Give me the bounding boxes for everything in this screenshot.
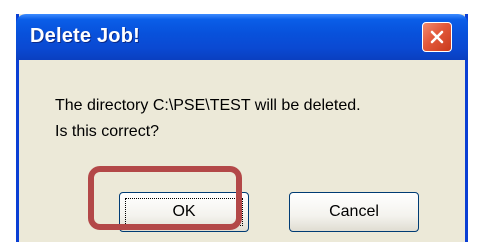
dialog-title: Delete Job! bbox=[30, 25, 141, 47]
message-line-2: Is this correct? bbox=[55, 123, 160, 140]
close-icon bbox=[430, 30, 444, 44]
cancel-button[interactable]: Cancel bbox=[289, 192, 419, 232]
ok-button-highlight bbox=[88, 166, 242, 230]
message-line-1: The directory C:\PSE\TEST will be delete… bbox=[55, 97, 361, 114]
title-bar[interactable]: Delete Job! bbox=[16, 14, 468, 60]
delete-job-dialog: Delete Job! The directory C:\PSE\TEST wi… bbox=[16, 14, 468, 242]
cancel-button-label: Cancel bbox=[329, 203, 379, 220]
dialog-message: The directory C:\PSE\TEST will be delete… bbox=[55, 93, 465, 145]
close-button[interactable] bbox=[422, 22, 452, 52]
